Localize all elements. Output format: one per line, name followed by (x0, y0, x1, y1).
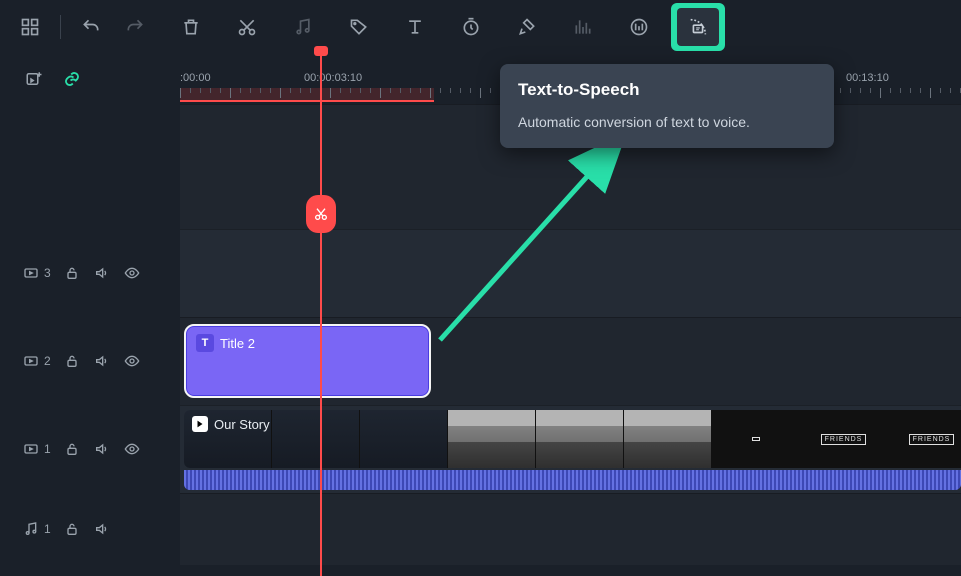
track-index: 1 (44, 442, 51, 456)
friends-frame: FRIENDS (909, 434, 955, 445)
timer-icon[interactable] (451, 7, 491, 47)
audio-track-icon (22, 520, 40, 538)
video-track-icon (22, 264, 40, 282)
lock-icon[interactable] (63, 520, 81, 538)
trash-icon[interactable] (171, 7, 211, 47)
video-clip-label: Our Story (214, 417, 270, 432)
title-clip-label: Title 2 (220, 336, 255, 351)
track-header-video2: 2 (0, 317, 180, 405)
redo-icon[interactable] (115, 7, 155, 47)
mute-icon[interactable] (93, 264, 111, 282)
track-header-video3: 3 (0, 229, 180, 317)
add-track-icon[interactable] (20, 65, 48, 93)
visibility-icon[interactable] (123, 264, 141, 282)
paint-icon[interactable] (507, 7, 547, 47)
ruler-label: 00:00:03:10 (304, 72, 362, 84)
text-icon[interactable] (395, 7, 435, 47)
tooltip-title: Text-to-Speech (518, 80, 816, 100)
track-index: 3 (44, 266, 51, 280)
lock-icon[interactable] (63, 264, 81, 282)
audio-adjust-icon[interactable] (619, 7, 659, 47)
friends-frame: FRIENDS (821, 434, 867, 445)
tooltip: Text-to-Speech Automatic conversion of t… (500, 64, 834, 148)
playhead-cut-icon[interactable] (306, 195, 336, 233)
text-to-speech-button[interactable] (671, 3, 725, 51)
track-video-2[interactable]: T Title 2 (180, 317, 961, 405)
equalizer-icon[interactable] (563, 7, 603, 47)
ruler-label: 00:13:10 (846, 72, 889, 84)
play-icon (192, 416, 208, 432)
ruler-label: :00:00 (180, 72, 211, 84)
toolbar (0, 0, 961, 54)
title-clip-icon: T (196, 334, 214, 352)
video-clip[interactable]: Our Story FRIENDS FRIENDS (184, 410, 961, 468)
toolbar-separator (60, 15, 61, 39)
playhead[interactable] (320, 54, 322, 576)
tooltip-body: Automatic conversion of text to voice. (518, 114, 816, 130)
link-icon[interactable] (58, 65, 86, 93)
title-clip[interactable]: T Title 2 (184, 324, 431, 398)
cut-icon[interactable] (227, 7, 267, 47)
track-index: 2 (44, 354, 51, 368)
grid-icon[interactable] (10, 7, 50, 47)
audio-waveform[interactable] (184, 470, 961, 490)
lock-icon[interactable] (63, 352, 81, 370)
track-video-1[interactable]: Our Story FRIENDS FRIENDS (180, 405, 961, 493)
friends-frame (752, 437, 760, 441)
mute-icon[interactable] (93, 520, 111, 538)
tag-icon[interactable] (339, 7, 379, 47)
track-audio-1[interactable] (180, 493, 961, 565)
visibility-icon[interactable] (123, 440, 141, 458)
video-track-icon (22, 440, 40, 458)
undo-icon[interactable] (71, 7, 111, 47)
track-video-3[interactable] (180, 229, 961, 317)
visibility-icon[interactable] (123, 352, 141, 370)
track-header-video1: 1 (0, 405, 180, 493)
track-index: 1 (44, 522, 51, 536)
mute-icon[interactable] (93, 440, 111, 458)
mute-icon[interactable] (93, 352, 111, 370)
lock-icon[interactable] (63, 440, 81, 458)
track-header-audio1: 1 (0, 493, 180, 565)
track-header-column: 3 2 1 1 (0, 54, 180, 576)
video-track-icon (22, 352, 40, 370)
music-note-icon[interactable] (283, 7, 323, 47)
